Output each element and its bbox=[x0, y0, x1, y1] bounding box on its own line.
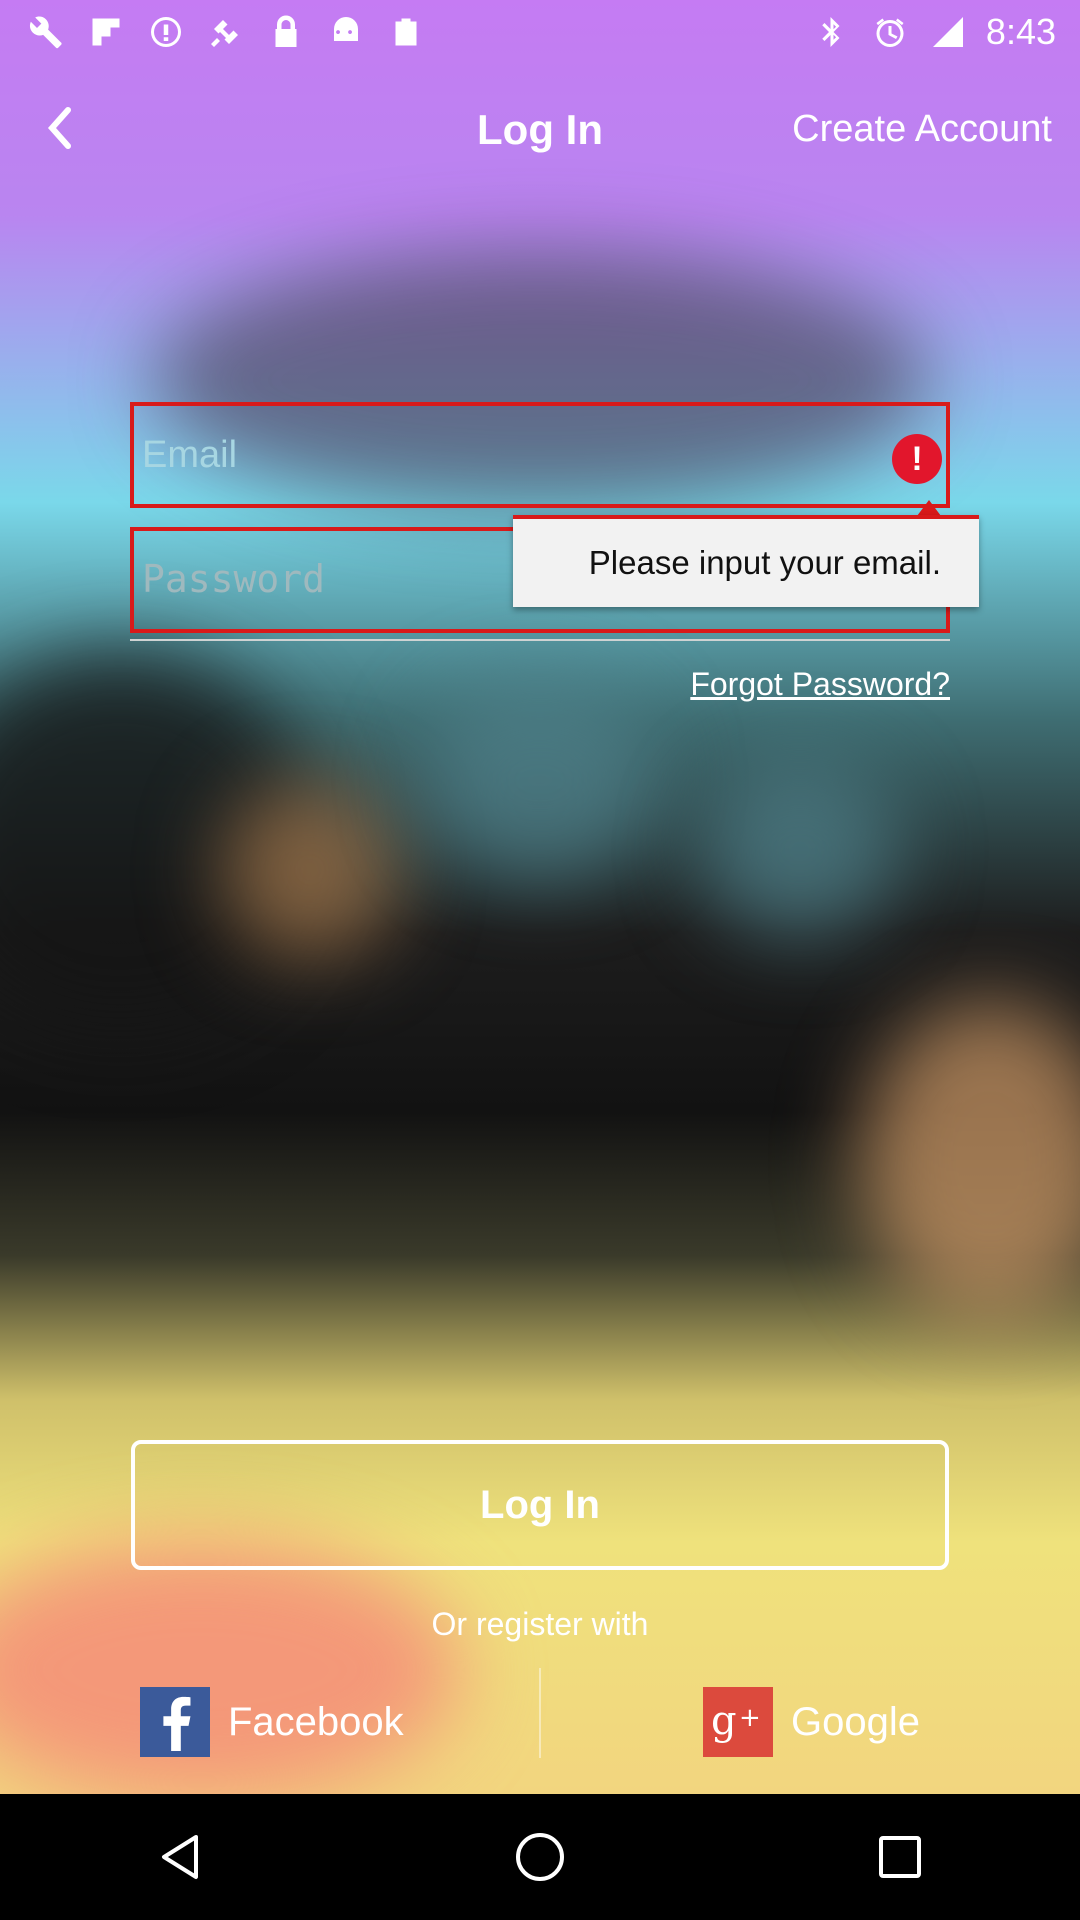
or-register-text: Or register with bbox=[431, 1606, 649, 1642]
email-input[interactable] bbox=[134, 406, 962, 504]
background-blur bbox=[700, 760, 900, 940]
background-blur bbox=[860, 1000, 1080, 1320]
lock-icon bbox=[266, 12, 306, 52]
signal-icon bbox=[928, 12, 968, 52]
flipboard-icon bbox=[86, 12, 126, 52]
background-blur bbox=[420, 680, 660, 880]
forgot-password-link[interactable]: Forgot Password? bbox=[690, 666, 950, 703]
facebook-button[interactable]: Facebook bbox=[140, 1672, 404, 1772]
status-bar: 8:43 bbox=[0, 0, 1080, 63]
triangle-back-icon bbox=[162, 1835, 198, 1879]
email-field[interactable]: ! bbox=[130, 402, 962, 508]
tooltip-arrow bbox=[917, 500, 941, 516]
clipboard-check-icon bbox=[386, 12, 426, 52]
circle-home-icon bbox=[516, 1833, 564, 1881]
email-error-tooltip: Please input your email. bbox=[513, 515, 979, 607]
alarm-icon bbox=[870, 12, 910, 52]
nav-home-button[interactable] bbox=[495, 1812, 585, 1902]
svg-text:g: g bbox=[711, 1698, 737, 1744]
facebook-icon bbox=[140, 1687, 210, 1757]
top-bar: Log In Create Account bbox=[0, 90, 1080, 170]
google-button[interactable]: g + Google bbox=[703, 1672, 920, 1772]
google-plus-icon: g + bbox=[703, 1687, 773, 1757]
nav-recents-button[interactable] bbox=[855, 1812, 945, 1902]
login-screen: 8:43 Log In Create Account ! Please inpu… bbox=[0, 0, 1080, 1794]
create-account-link[interactable]: Create Account bbox=[792, 108, 1052, 151]
google-label: Google bbox=[791, 1699, 920, 1744]
nav-back-button[interactable] bbox=[135, 1812, 225, 1902]
status-time: 8:43 bbox=[985, 10, 1056, 52]
svg-text:+: + bbox=[739, 1703, 761, 1733]
navigation-bar bbox=[0, 1794, 1080, 1920]
wrench-icon bbox=[26, 12, 66, 52]
social-divider bbox=[539, 1668, 541, 1758]
bluetooth-icon bbox=[812, 12, 852, 52]
password-underline bbox=[130, 639, 950, 641]
fake-gps-icon bbox=[206, 12, 246, 52]
facebook-label: Facebook bbox=[228, 1699, 404, 1744]
android-icon bbox=[326, 12, 366, 52]
background-blur bbox=[220, 780, 400, 960]
info-circle-icon bbox=[146, 12, 186, 52]
login-button[interactable]: Log In bbox=[131, 1440, 949, 1570]
square-recents-icon bbox=[879, 1836, 921, 1878]
error-icon: ! bbox=[892, 434, 942, 484]
